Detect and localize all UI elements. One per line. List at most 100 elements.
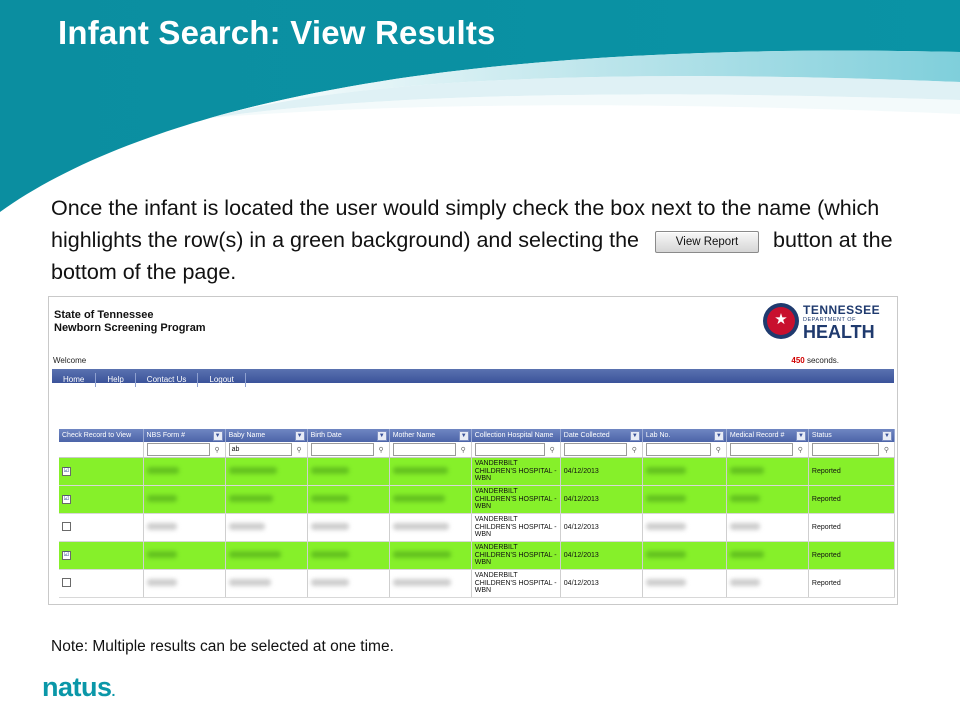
nav-bar: Home Help Contact Us Logout bbox=[52, 369, 894, 387]
column-header[interactable]: Date Collected ▼ bbox=[560, 429, 643, 442]
table-row[interactable]: VANDERBILT CHILDREN'S HOSPITAL - WBN 04/… bbox=[59, 513, 896, 542]
app-title-line2: Newborn Screening Program bbox=[54, 322, 206, 334]
redacted-value bbox=[146, 551, 177, 558]
column-header[interactable]: Lab No. ▼ bbox=[642, 429, 727, 442]
redacted-value bbox=[310, 495, 349, 502]
natus-logo: natus. bbox=[42, 672, 115, 703]
chevron-down-icon[interactable]: ▼ bbox=[882, 431, 892, 441]
filter-icon[interactable]: ⚲ bbox=[214, 445, 219, 456]
natus-logo-dot: . bbox=[111, 683, 116, 699]
chevron-down-icon[interactable]: ▼ bbox=[212, 431, 223, 441]
app-screenshot: State of Tennessee Newborn Screening Pro… bbox=[48, 296, 898, 605]
nav-logout[interactable]: Logout bbox=[198, 373, 246, 387]
welcome-text: Welcome bbox=[53, 356, 87, 365]
nav-help[interactable]: Help bbox=[96, 373, 136, 387]
note-text: Note: Multiple results can be selected a… bbox=[51, 638, 394, 655]
filter-input-mother-name[interactable]: ⚲ bbox=[392, 443, 466, 456]
chevron-down-icon[interactable]: ▼ bbox=[458, 431, 469, 441]
hospital-name: VANDERBILT CHILDREN'S HOSPITAL - WBN bbox=[471, 485, 561, 514]
hospital-name: VANDERBILT CHILDREN'S HOSPITAL - WBN bbox=[471, 569, 561, 598]
row-checkbox[interactable] bbox=[62, 578, 71, 587]
column-header[interactable]: Status ▼ bbox=[808, 429, 896, 442]
redacted-value bbox=[228, 579, 271, 586]
session-timer-suffix: seconds. bbox=[806, 356, 839, 365]
row-checkbox[interactable]: ☑ bbox=[62, 551, 71, 560]
redacted-value bbox=[645, 579, 686, 586]
filter-icon[interactable]: ⚲ bbox=[798, 445, 803, 456]
redacted-value bbox=[228, 467, 277, 474]
redacted-value bbox=[392, 467, 448, 474]
tri-star-seal-icon: ★ bbox=[763, 303, 799, 339]
filter-input-medical-record[interactable]: ⚲ bbox=[729, 443, 803, 456]
redacted-value bbox=[146, 523, 177, 530]
results-table: Check Record to View NBS Form # ▼ Baby Na… bbox=[59, 429, 896, 598]
row-checkbox[interactable] bbox=[62, 522, 71, 531]
redacted-value bbox=[228, 495, 273, 502]
table-header-row: Check Record to View NBS Form # ▼ Baby Na… bbox=[59, 429, 896, 442]
redacted-value bbox=[146, 467, 179, 474]
row-checkbox[interactable]: ☑ bbox=[62, 495, 71, 504]
logo-text-tennessee: TENNESSEE bbox=[803, 303, 881, 317]
filter-input-status[interactable]: ⚲ bbox=[811, 443, 889, 456]
filter-icon[interactable]: ⚲ bbox=[297, 445, 302, 456]
column-header[interactable]: Birth Date ▼ bbox=[307, 429, 390, 442]
chevron-down-icon[interactable]: ▼ bbox=[713, 431, 724, 441]
redacted-value bbox=[729, 523, 760, 530]
table-row[interactable]: ☑ VANDERBILT CHILDREN'S HOSPITAL - WBN 0… bbox=[59, 485, 896, 514]
column-header[interactable]: Baby Name ▼ bbox=[225, 429, 308, 442]
column-header[interactable]: Medical Record # ▼ bbox=[726, 429, 809, 442]
view-report-button[interactable]: View Report bbox=[655, 231, 760, 253]
table-row[interactable]: VANDERBILT CHILDREN'S HOSPITAL - WBN 04/… bbox=[59, 569, 896, 598]
redacted-value bbox=[729, 579, 760, 586]
date-collected: 04/12/2013 bbox=[560, 569, 643, 598]
redacted-value bbox=[310, 579, 349, 586]
hospital-name: VANDERBILT CHILDREN'S HOSPITAL - WBN bbox=[471, 457, 561, 486]
redacted-value bbox=[645, 523, 686, 530]
date-collected: 04/12/2013 bbox=[560, 541, 643, 570]
row-checkbox[interactable]: ☑ bbox=[62, 467, 71, 476]
session-timer-value: 450 bbox=[791, 356, 805, 365]
redacted-value bbox=[146, 579, 177, 586]
redacted-value bbox=[645, 551, 686, 558]
status-value: Reported bbox=[808, 513, 896, 542]
table-row[interactable]: ☑ VANDERBILT CHILDREN'S HOSPITAL - WBN 0… bbox=[59, 541, 896, 570]
column-header[interactable]: Collection Hospital Name bbox=[471, 429, 561, 442]
nav-contact-us[interactable]: Contact Us bbox=[136, 373, 199, 387]
redacted-value bbox=[729, 467, 764, 474]
status-value: Reported bbox=[808, 541, 896, 570]
chevron-down-icon[interactable]: ▼ bbox=[629, 431, 640, 441]
chevron-down-icon[interactable]: ▼ bbox=[294, 431, 305, 441]
filter-input-baby-name[interactable]: ab ⚲ bbox=[228, 443, 302, 456]
redacted-value bbox=[645, 467, 686, 474]
table-row[interactable]: ☑ VANDERBILT CHILDREN'S HOSPITAL - WBN 0… bbox=[59, 457, 896, 486]
chevron-down-icon[interactable]: ▼ bbox=[376, 431, 387, 441]
nav-home[interactable]: Home bbox=[52, 373, 97, 387]
status-value: Reported bbox=[808, 457, 896, 486]
filter-icon[interactable]: ⚲ bbox=[550, 445, 555, 456]
filter-icon[interactable]: ⚲ bbox=[716, 445, 721, 456]
chevron-down-icon[interactable]: ▼ bbox=[795, 431, 806, 441]
logo-text-health: HEALTH bbox=[803, 322, 875, 342]
filter-input-lab-no[interactable]: ⚲ bbox=[645, 443, 721, 456]
redacted-value bbox=[392, 551, 451, 558]
column-header[interactable]: Mother Name ▼ bbox=[389, 429, 472, 442]
app-title-line1: State of Tennessee bbox=[54, 309, 154, 321]
instruction-paragraph: Once the infant is located the user woul… bbox=[51, 192, 931, 288]
redacted-value bbox=[392, 579, 451, 586]
filter-input-date-collected[interactable]: ⚲ bbox=[563, 443, 637, 456]
filter-icon[interactable]: ⚲ bbox=[884, 445, 889, 456]
filter-input-nbs-form[interactable]: ⚲ bbox=[146, 443, 220, 456]
app-title: State of Tennessee Newborn Screening Pro… bbox=[54, 309, 206, 335]
redacted-value bbox=[392, 523, 449, 530]
status-value: Reported bbox=[808, 485, 896, 514]
column-header[interactable]: NBS Form # ▼ bbox=[143, 429, 226, 442]
filter-input-hospital[interactable]: ⚲ bbox=[474, 443, 555, 456]
redacted-value bbox=[310, 551, 349, 558]
redacted-value bbox=[310, 467, 349, 474]
filter-input-birth-date[interactable]: ⚲ bbox=[310, 443, 384, 456]
filter-icon[interactable]: ⚲ bbox=[461, 445, 466, 456]
date-collected: 04/12/2013 bbox=[560, 513, 643, 542]
filter-icon[interactable]: ⚲ bbox=[379, 445, 384, 456]
filter-icon[interactable]: ⚲ bbox=[632, 445, 637, 456]
natus-logo-text: natus bbox=[42, 672, 112, 702]
